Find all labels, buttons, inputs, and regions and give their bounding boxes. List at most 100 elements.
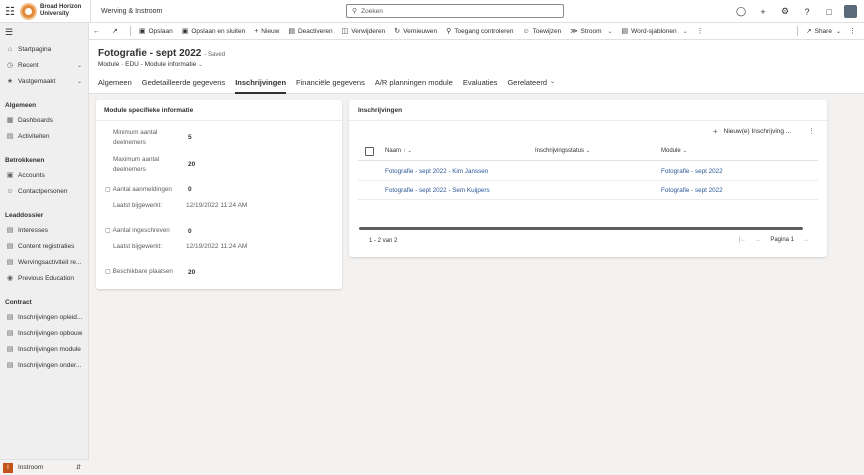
plus-icon: + xyxy=(254,27,259,35)
nav-item-inschrijvingen-module[interactable]: ▤ Inschrijvingen module xyxy=(0,341,88,357)
available-seats-label: ▢ Beschikbare plaatsen xyxy=(105,267,173,278)
enrolled-label: ▢ Aantal ingeschreven xyxy=(105,226,170,237)
share-button[interactable]: Share xyxy=(815,28,832,35)
lightbulb-icon[interactable]: ◯ xyxy=(730,6,752,17)
nav-section-leaddossier: Leaddossier xyxy=(5,211,44,219)
help-icon[interactable]: ? xyxy=(796,7,818,17)
last-updated-value-1: 12/19/2022 11:24 AM xyxy=(186,202,248,209)
nav-item-activiteiten[interactable]: ▤ Activiteiten xyxy=(0,128,88,144)
module-link[interactable]: Fotografie - sept 2022 xyxy=(661,187,723,194)
nav-item-inschrijvingen-onder[interactable]: ▤ Inschrijvingen onder... xyxy=(0,357,88,373)
home-icon: ⌂ xyxy=(7,45,13,53)
column-header-status[interactable]: Inschrijvingsstatus ⌄ xyxy=(535,148,590,154)
nav-item-previous-education[interactable]: ◉ Previous Education xyxy=(0,270,88,286)
assign-button[interactable]: ☺ Toewijzen xyxy=(523,28,562,35)
new-enrollment-label: Nieuw(e) Inschrijving ... xyxy=(723,128,792,135)
nav-item-vastgemaakt[interactable]: ★ Vastgemaakt ⌄ xyxy=(0,73,88,89)
tab-financiele-gegevens[interactable]: Financiële gegevens xyxy=(296,77,365,94)
back-button[interactable]: ← xyxy=(93,28,103,35)
word-templates-button[interactable]: ▤ Word-sjablonen ⌄ xyxy=(622,27,688,36)
command-bar: ← ↗ ▣ Opslaan ▣ Opslaan en sluiten + Nieuw … xyxy=(89,23,864,40)
search-icon: ⚲ xyxy=(352,8,358,15)
first-page-icon[interactable]: |← xyxy=(739,237,747,243)
hamburger-icon[interactable]: ☰ xyxy=(0,23,88,41)
nav-item-label: Startpagina xyxy=(18,45,52,53)
popout-button[interactable]: ↗ xyxy=(112,27,121,35)
form-selector[interactable]: EDU - Module informatie xyxy=(125,61,196,68)
nav-item-contactpersonen[interactable]: ☺ Contactpersonen xyxy=(0,183,88,199)
chevron-down-icon[interactable]: ⌄ xyxy=(77,62,82,69)
nav-item-interesses[interactable]: ▤ Interesses xyxy=(0,222,88,238)
tab-ar-planningen[interactable]: A/R planningen module xyxy=(375,77,453,94)
nav-item-inschrijvingen-opbouw[interactable]: ▤ Inschrijvingen opbouw xyxy=(0,325,88,341)
column-header-naam[interactable]: Naam ↑ ⌄ xyxy=(385,148,412,154)
max-participants-value[interactable]: 20 xyxy=(188,161,195,168)
avatar[interactable] xyxy=(844,5,857,18)
nav-item-content-registraties[interactable]: ▤ Content registraties xyxy=(0,238,88,254)
share-icon[interactable]: ↗ xyxy=(806,27,811,35)
nav-item-recent[interactable]: ◷ Recent ⌄ xyxy=(0,57,88,73)
nav-item-accounts[interactable]: ▣ Accounts xyxy=(0,167,88,183)
deactivate-button[interactable]: ▤ Deactiveren xyxy=(288,27,332,36)
chevron-down-icon[interactable]: ⌄ xyxy=(77,78,82,85)
area-switcher[interactable]: I Instroom ⇵ xyxy=(0,459,89,475)
flow-icon: ≫ xyxy=(570,28,578,35)
delete-button[interactable]: ◫ Verwijderen xyxy=(342,27,386,36)
chevron-down-icon: ⌄ xyxy=(586,148,591,154)
tab-gedetailleerde-gegevens[interactable]: Gedetailleerde gegevens xyxy=(142,77,225,94)
more-commands-button[interactable]: ⋮ xyxy=(697,27,707,35)
next-page-icon[interactable]: → xyxy=(803,237,809,243)
app-name[interactable]: Werving & Instroom xyxy=(101,8,346,15)
area-badge: I xyxy=(3,462,13,473)
pin-icon: ★ xyxy=(6,78,14,85)
org-logo[interactable]: Broad Horizon University xyxy=(20,0,90,23)
enrollment-name-link[interactable]: Fotografie - sept 2022 - Sem Kuijpers xyxy=(385,187,490,194)
module-link[interactable]: Fotografie - sept 2022 xyxy=(661,168,723,175)
check-access-button[interactable]: ⚲ Toegang controleren xyxy=(446,27,513,36)
tab-gerelateerd[interactable]: Gerelateerd ⌄ xyxy=(507,77,555,94)
lock-icon: ▢ xyxy=(105,228,111,234)
select-all-checkbox[interactable] xyxy=(365,147,374,156)
horizontal-scrollbar[interactable] xyxy=(359,227,803,230)
tab-evaluaties[interactable]: Evaluaties xyxy=(463,77,498,94)
chat-icon[interactable]: □ xyxy=(818,7,840,17)
org-name-line2: University xyxy=(40,11,70,17)
search-box[interactable]: ⚲ Zoeken xyxy=(346,4,564,18)
flow-button[interactable]: ≫ Stroom ⌄ xyxy=(570,27,612,36)
min-participants-value[interactable]: 5 xyxy=(188,134,192,141)
app-launcher-icon[interactable]: ☷ xyxy=(0,0,20,23)
refresh-icon: ↻ xyxy=(394,28,401,35)
save-close-button[interactable]: ▣ Opslaan en sluiten xyxy=(182,27,245,36)
max-participants-label: Maximum aantal deelnemers xyxy=(113,156,160,173)
tab-algemeen[interactable]: Algemeen xyxy=(98,77,132,94)
left-navigation: ☰ ⌂ Startpagina ◷ Recent ⌄ ★ Vastgemaakt… xyxy=(0,23,89,475)
previous-page-icon[interactable]: ← xyxy=(755,237,761,243)
nav-item-label: Inschrijvingen module xyxy=(18,345,81,353)
enrolled-value: 0 xyxy=(188,228,192,235)
nav-item-wervingsactiviteit[interactable]: ▤ Wervingsactiviteit re... xyxy=(0,254,88,270)
tab-inschrijvingen[interactable]: Inschrijvingen xyxy=(235,77,287,94)
nav-item-label: Wervingsactiviteit re... xyxy=(18,258,82,266)
nav-section-contract: Contract xyxy=(5,298,32,306)
tab-gerelateerd-label: Gerelateerd xyxy=(507,78,548,87)
enrollment-name-link[interactable]: Fotografie - sept 2022 - Kim Janssen xyxy=(385,168,488,175)
nav-item-startpagina[interactable]: ⌂ Startpagina xyxy=(0,41,88,57)
access-icon: ⚲ xyxy=(446,28,452,35)
page-title: Fotografie - sept 2022- Saved xyxy=(98,48,225,59)
nav-item-inschrijvingen-opleid[interactable]: ▤ Inschrijvingen opleid... xyxy=(0,309,88,325)
column-header-module[interactable]: Module ⌄ xyxy=(661,148,687,154)
chevron-updown-icon: ⇵ xyxy=(75,465,81,471)
gear-icon[interactable]: ⚙ xyxy=(774,6,796,17)
plus-icon[interactable]: + xyxy=(752,7,774,17)
more-vertical-icon[interactable]: ⋮ xyxy=(808,127,815,135)
new-enrollment-button[interactable]: + Nieuw(e) Inschrijving ... xyxy=(713,127,791,136)
refresh-button[interactable]: ↻ Vernieuwen xyxy=(394,27,437,36)
new-button[interactable]: + Nieuw xyxy=(254,28,279,35)
table-row[interactable]: Fotografie - sept 2022 - Kim Janssen Fot… xyxy=(358,162,818,181)
nav-item-dashboards[interactable]: ▦ Dashboards xyxy=(0,112,88,128)
table-row[interactable]: Fotografie - sept 2022 - Sem Kuijpers Fo… xyxy=(358,181,818,200)
chevron-down-icon[interactable]: ⌄ xyxy=(836,28,841,35)
save-button[interactable]: ▣ Opslaan xyxy=(139,27,173,36)
more-vertical-icon[interactable]: ⋮ xyxy=(849,27,856,35)
chevron-down-icon[interactable]: ⌄ xyxy=(198,62,203,68)
